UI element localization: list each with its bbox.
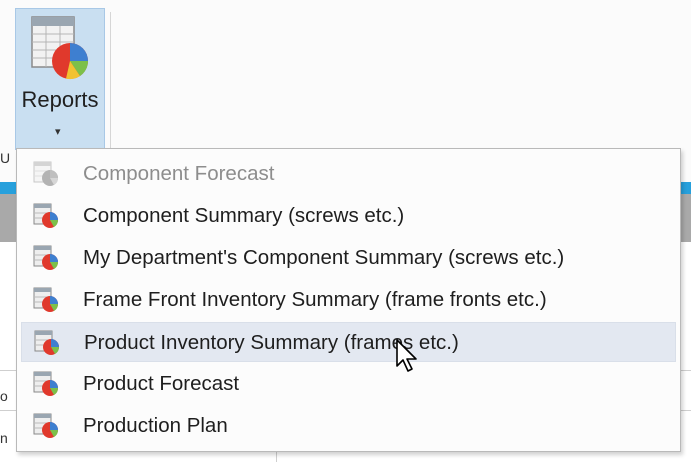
- menu-item-label: Product Forecast: [83, 372, 240, 395]
- reports-button-label: Reports: [21, 87, 99, 112]
- edge-text-fragment: n: [0, 430, 8, 446]
- report-icon: [33, 371, 59, 396]
- menu-item-production-plan[interactable]: Production Plan: [21, 406, 676, 446]
- menu-item-product-inventory-summary[interactable]: Product Inventory Summary (frames etc.): [21, 322, 676, 362]
- menu-item-product-forecast[interactable]: Product Forecast: [21, 364, 676, 404]
- report-icon: [33, 287, 59, 312]
- mouse-cursor-icon: [396, 339, 417, 372]
- menu-item-component-summary[interactable]: Component Summary (screws etc.): [21, 196, 676, 236]
- menu-item-frame-front-inventory-summary[interactable]: Frame Front Inventory Summary (frame fro…: [21, 280, 676, 320]
- menu-item-component-forecast[interactable]: Component Forecast: [21, 154, 676, 194]
- menu-item-label: My Department's Component Summary (screw…: [83, 246, 565, 269]
- dropdown-arrow-icon: ▾: [55, 126, 61, 138]
- reports-button[interactable]: Reports ▾: [15, 8, 105, 150]
- reports-dropdown-menu: Component Forecast Component Summary (sc…: [16, 148, 681, 452]
- menu-item-label: Component Summary (screws etc.): [83, 204, 405, 227]
- menu-item-my-department-component-summary[interactable]: My Department's Component Summary (screw…: [21, 238, 676, 278]
- report-icon: [34, 330, 60, 355]
- edge-text-fragment: U: [0, 150, 11, 166]
- menu-item-label: Production Plan: [83, 414, 228, 437]
- report-icon: [33, 203, 59, 228]
- report-icon: [33, 161, 59, 186]
- ribbon-separator: [110, 12, 111, 152]
- report-icon: [33, 245, 59, 270]
- edge-text-fragment: o: [0, 388, 8, 404]
- menu-item-label: Component Forecast: [83, 162, 275, 185]
- report-icon: [33, 413, 59, 438]
- menu-item-label: Frame Front Inventory Summary (frame fro…: [83, 288, 547, 311]
- report-chart-icon: [31, 16, 89, 80]
